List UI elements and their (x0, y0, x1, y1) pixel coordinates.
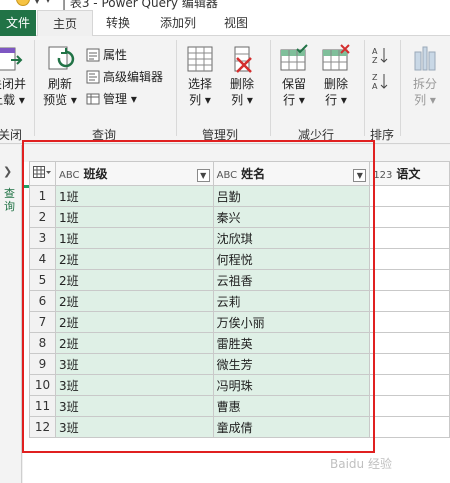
split-column-label-1: 拆分 (412, 77, 437, 91)
properties-label: 属性 (103, 48, 128, 62)
manage-icon (86, 93, 100, 105)
cell-chinese[interactable] (369, 248, 450, 270)
cell-chinese[interactable] (369, 185, 450, 207)
cell-chinese[interactable] (369, 353, 450, 375)
cell-chinese[interactable] (369, 395, 450, 417)
close-load-button[interactable]: 关闭并 上载 ▾ (0, 44, 26, 108)
cell-chinese[interactable] (369, 416, 450, 438)
refresh-label-2: 预览 ▾ (43, 93, 77, 107)
cell-chinese[interactable] (369, 227, 450, 249)
svg-text:Z: Z (372, 73, 378, 82)
choose-columns-label-1: 选择 (187, 77, 212, 91)
cell-chinese[interactable] (369, 269, 450, 291)
sort-ascending-button[interactable]: A Z (372, 46, 391, 65)
svg-text:A: A (372, 82, 378, 90)
cell-chinese[interactable] (369, 311, 450, 333)
column-header-chinese-label: 语文 (396, 167, 421, 181)
advanced-editor-button[interactable]: 高级编辑器 (86, 68, 163, 85)
tab-home[interactable]: 主页 (37, 10, 93, 37)
choose-columns-label-2: 列 ▾ (189, 93, 211, 107)
window-title: | 表3 - Power Query 编辑器 (62, 0, 218, 10)
choose-columns-button[interactable]: 选择 列 ▾ (182, 44, 218, 108)
remove-rows-label-2: 行 ▾ (325, 93, 347, 107)
highlight-box (22, 140, 375, 453)
svg-text:Z: Z (372, 56, 378, 64)
cell-chinese[interactable] (369, 290, 450, 312)
split-column-label-2: 列 ▾ (414, 93, 436, 107)
advanced-editor-label: 高级编辑器 (103, 70, 164, 84)
remove-rows-label-1: 删除 (323, 77, 348, 91)
remove-columns-label-2: 列 ▾ (231, 93, 253, 107)
cell-chinese[interactable] (369, 206, 450, 228)
refresh-icon (48, 46, 75, 70)
tab-view[interactable]: 视图 (216, 10, 256, 36)
keep-rows-label-2: 行 ▾ (283, 93, 305, 107)
remove-rows-icon (322, 44, 350, 71)
keep-rows-label-1: 保留 (281, 77, 306, 91)
ribbon-separator (400, 40, 401, 136)
properties-icon (86, 48, 100, 62)
ribbon-separator (364, 40, 365, 136)
sort-ascending-icon: A Z (372, 47, 388, 65)
expand-queries-icon[interactable]: ❯ (3, 165, 12, 178)
refresh-preview-button[interactable]: 刷新 预览 ▾ (42, 44, 78, 108)
number-type-icon[interactable]: 123 (373, 170, 392, 181)
column-header-chinese[interactable]: 123 语文 (369, 161, 450, 186)
queries-pane-label: 查询 (4, 187, 15, 213)
remove-rows-button[interactable]: 删除 行 ▾ (318, 44, 354, 108)
tab-transform[interactable]: 转换 (96, 10, 140, 36)
advanced-editor-icon (86, 70, 100, 84)
close-load-label-2: 上载 ▾ (0, 93, 25, 107)
quick-access-customize-icon[interactable]: ▾ (46, 0, 50, 5)
split-column-icon (414, 46, 436, 71)
ribbon-separator (270, 40, 271, 136)
svg-text:A: A (372, 47, 378, 56)
tab-add-column[interactable]: 添加列 (150, 10, 206, 36)
title-bar: ▼ ▾ | 表3 - Power Query 编辑器 (0, 0, 450, 10)
ribbon-tabs: 文件 主页 转换 添加列 视图 (0, 10, 450, 37)
group-label-close: 关闭 (0, 128, 23, 142)
ribbon-separator (34, 40, 35, 136)
sort-descending-icon: Z A (372, 73, 388, 91)
keep-rows-button[interactable]: 保留 行 ▾ (276, 44, 312, 108)
close-load-label-1: 关闭并 (0, 77, 27, 91)
remove-columns-button[interactable]: 删除 列 ▾ (224, 44, 260, 108)
quick-access-dropdown-icon[interactable]: ▼ (34, 0, 40, 5)
cell-chinese[interactable] (369, 332, 450, 354)
remove-columns-label-1: 删除 (229, 77, 254, 91)
properties-button[interactable]: 属性 (86, 46, 127, 63)
remove-columns-icon (234, 46, 252, 73)
keep-rows-icon (280, 44, 308, 71)
sort-descending-button[interactable]: Z A (372, 72, 391, 91)
smiley-feedback-icon[interactable] (16, 0, 30, 6)
queries-pane-collapsed[interactable]: ❯ 查询 (0, 145, 22, 483)
cell-chinese[interactable] (369, 374, 450, 396)
manage-label: 管理 ▾ (103, 92, 137, 106)
choose-columns-icon (187, 46, 213, 72)
ribbon: 关闭并 上载 ▾ 关闭 刷新 预览 ▾ 属性 高级编辑器 管理 ▾ 查询 选择 … (0, 36, 450, 144)
ribbon-separator (176, 40, 177, 136)
watermark: Baidu 经验 (330, 457, 392, 471)
close-load-icon (0, 47, 23, 71)
manage-button[interactable]: 管理 ▾ (86, 90, 137, 107)
tab-file[interactable]: 文件 (0, 10, 36, 36)
split-column-button[interactable]: 拆分 列 ▾ (406, 44, 444, 108)
refresh-label-1: 刷新 (47, 77, 72, 91)
